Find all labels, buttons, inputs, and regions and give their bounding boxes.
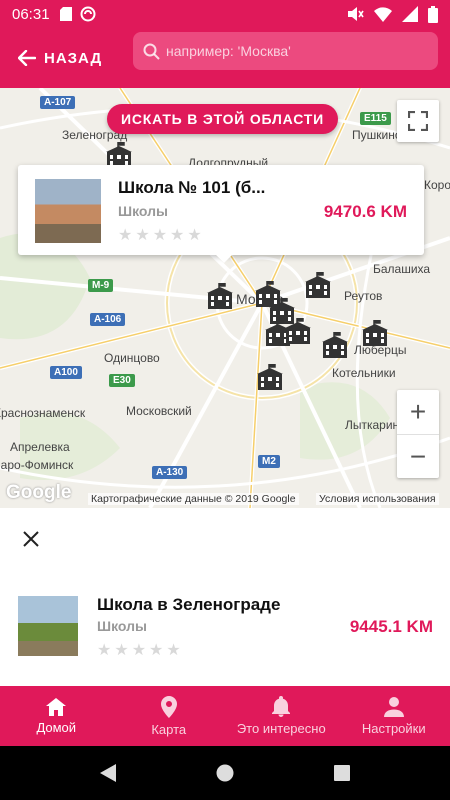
nav-item-home[interactable]: Домой xyxy=(0,686,113,746)
road-badge: A-107 xyxy=(40,96,76,109)
terms-link[interactable]: Условия использования xyxy=(316,493,439,505)
home-icon xyxy=(46,697,67,716)
nav-item-settings[interactable]: Настройки xyxy=(338,686,450,746)
star-icon: ★ xyxy=(118,227,133,244)
wifi-icon xyxy=(374,6,392,22)
app-screen: 06:31 НАЗАД например: 'Москва' A-107 E11… xyxy=(0,0,450,800)
star-icon: ★ xyxy=(97,642,112,659)
list-item[interactable]: Школа в Зеленограде Школы 9445.1 KM ★ ★ ★ ★… xyxy=(0,586,450,666)
star-icon: ★ xyxy=(152,227,168,244)
app-bar: НАЗАД xyxy=(0,28,450,88)
map-attribution: Картографические данные © 2019 Google xyxy=(88,493,299,505)
recents-square-icon[interactable] xyxy=(334,765,350,781)
road-badge: A-130 xyxy=(152,466,188,479)
school-marker[interactable] xyxy=(320,332,350,360)
map-pin-icon xyxy=(160,695,177,718)
zoom-in-button[interactable]: + xyxy=(397,390,439,434)
item-category: Школы xyxy=(97,618,147,634)
nav-label: Карта xyxy=(151,721,187,737)
nav-label: Домой xyxy=(36,719,77,735)
card-title: Школа № 101 (б... xyxy=(118,178,266,197)
nav-label: Настройки xyxy=(361,720,426,736)
map-label: Московский xyxy=(126,404,192,418)
road-badge: A100 xyxy=(50,366,82,379)
school-photo xyxy=(35,179,101,243)
signal-icon xyxy=(402,6,418,22)
fullscreen-button[interactable] xyxy=(397,100,439,142)
search-icon xyxy=(143,43,160,60)
star-icon: ★ xyxy=(149,642,164,659)
back-triangle-icon[interactable] xyxy=(100,764,116,782)
school-marker[interactable] xyxy=(360,320,390,348)
card-distance: 9470.6 KM xyxy=(323,202,407,221)
star-icon: ★ xyxy=(135,227,150,244)
map-label: Апрелевка xyxy=(10,440,70,454)
school-marker[interactable] xyxy=(205,283,235,311)
google-logo: Google xyxy=(6,482,72,503)
search-box[interactable] xyxy=(133,32,438,70)
back-button[interactable]: НАЗАД xyxy=(0,36,116,80)
school-photo xyxy=(18,596,78,656)
map-label: Краснознаменск xyxy=(0,406,86,420)
bell-icon xyxy=(272,696,291,717)
star-icon: ★ xyxy=(114,642,129,659)
status-time: 06:31 xyxy=(12,5,50,23)
search-this-area-button[interactable]: ИСКАТЬ В ЭТОЙ ОБЛАСТИ xyxy=(107,104,339,134)
bottom-nav: Домой Карта Это интересно Настройки xyxy=(0,686,450,746)
sd-card-icon xyxy=(59,7,72,21)
school-marker[interactable] xyxy=(255,364,285,392)
road-badge: M-9 xyxy=(88,279,114,292)
rating-stars: ★ ★ ★ ★ ★ xyxy=(97,640,181,660)
status-bar: 06:31 xyxy=(0,0,450,28)
road-badge: A-106 xyxy=(90,313,126,326)
map-label: Балашиха xyxy=(373,262,431,276)
card-category: Школы xyxy=(118,203,168,219)
fullscreen-icon xyxy=(408,111,428,131)
card-pointer xyxy=(216,255,232,263)
nav-item-map[interactable]: Карта xyxy=(113,686,226,746)
rating-stars: ★ ★ ★ ★ ★ xyxy=(118,225,202,245)
item-distance: 9445.1 KM xyxy=(349,617,433,636)
map-label: Наро-Фоминск xyxy=(0,458,74,472)
zoom-controls: + − xyxy=(397,390,439,478)
close-button[interactable] xyxy=(16,524,46,554)
school-marker[interactable] xyxy=(283,318,313,346)
map-label: Одинцово xyxy=(104,351,160,365)
results-panel: Школа в Зеленограде Школы 9445.1 KM ★ ★ ★ ★… xyxy=(0,508,450,686)
map-popup-card[interactable]: Школа № 101 (б... Школы 9470.6 KM ★ ★ ★ ★ ★ xyxy=(18,165,424,263)
zoom-out-button[interactable]: − xyxy=(397,434,439,478)
star-icon: ★ xyxy=(166,642,181,659)
person-icon xyxy=(383,696,404,717)
map-label: Пушкино xyxy=(352,128,402,142)
arrow-left-icon xyxy=(18,50,36,66)
battery-icon xyxy=(428,5,438,23)
item-title: Школа в Зеленограде xyxy=(97,595,281,614)
nav-label: Это интересно xyxy=(236,721,326,736)
back-label: НАЗАД xyxy=(44,49,103,67)
close-icon xyxy=(23,531,39,547)
road-badge: E115 xyxy=(360,112,391,125)
map-label: Котельники xyxy=(332,366,396,380)
star-icon: ★ xyxy=(170,227,185,244)
road-badge: M2 xyxy=(258,455,280,468)
system-nav-bar xyxy=(0,746,450,800)
map-label: Реутов xyxy=(344,289,383,303)
mute-icon xyxy=(348,7,364,21)
search-input[interactable] xyxy=(166,43,426,59)
school-marker[interactable] xyxy=(303,272,333,300)
home-circle-icon[interactable] xyxy=(216,764,234,782)
road-badge: E30 xyxy=(109,374,135,387)
map-view[interactable]: A-107 E115 M-9 A-106 A100 E30 A-130 M2 З… xyxy=(0,88,450,508)
map-label: Королёв xyxy=(424,178,450,192)
vpn-icon xyxy=(80,6,96,22)
star-icon: ★ xyxy=(187,227,202,244)
nav-item-interesting[interactable]: Это интересно xyxy=(225,686,338,746)
star-icon: ★ xyxy=(131,642,147,659)
